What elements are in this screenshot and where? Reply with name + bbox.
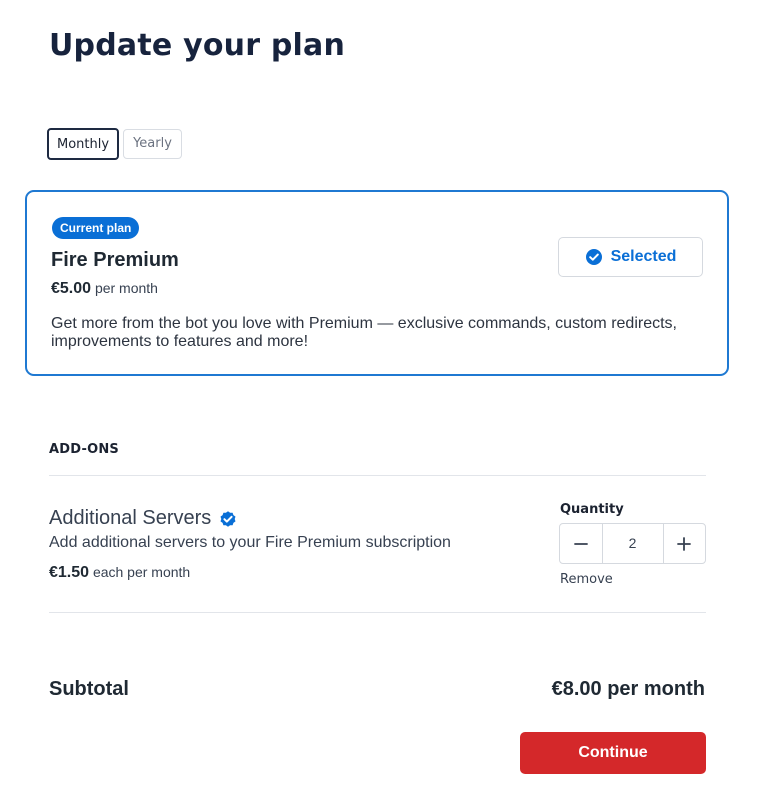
plan-description: Get more from the bot you love with Prem…: [51, 315, 677, 350]
page-title: Update your plan: [49, 28, 346, 63]
addon-price-suffix: each per month: [92, 564, 191, 580]
divider: [49, 475, 706, 476]
current-plan-badge: Current plan: [52, 217, 140, 239]
subtotal-label: Subtotal: [49, 678, 129, 700]
toggle-yearly[interactable]: Yearly: [123, 129, 182, 159]
plan-price-amount: €5.00: [51, 280, 92, 297]
addon-name-label: Additional Servers: [49, 507, 212, 529]
addons-heading: ADD-ONS: [49, 442, 119, 457]
plan-name: Fire Premium: [51, 249, 179, 271]
divider: [49, 612, 706, 613]
verified-check-icon: [219, 510, 237, 528]
toggle-monthly[interactable]: Monthly: [47, 128, 120, 160]
minus-icon: [573, 537, 588, 551]
continue-button[interactable]: Continue: [520, 732, 706, 774]
remove-addon-link[interactable]: Remove: [560, 572, 613, 587]
check-circle-icon: [585, 248, 603, 266]
addon-price: €1.50 each per month: [49, 564, 190, 582]
quantity-stepper: [559, 523, 706, 564]
increment-button[interactable]: [664, 524, 706, 563]
addon-name: Additional Servers: [49, 507, 237, 530]
plus-icon: [677, 536, 692, 551]
plan-card[interactable]: Current plan Fire Premium €5.00 per mont…: [25, 190, 729, 376]
plan-price: €5.00 per month: [51, 280, 158, 298]
selected-label: Selected: [610, 248, 677, 265]
addon-description: Add additional servers to your Fire Prem…: [49, 534, 451, 551]
plan-price-suffix: per month: [94, 280, 158, 296]
selected-button[interactable]: Selected: [558, 237, 703, 277]
quantity-input[interactable]: [601, 524, 664, 563]
addon-price-amount: €1.50: [49, 564, 90, 581]
decrement-button[interactable]: [560, 524, 602, 563]
quantity-label: Quantity: [560, 502, 624, 517]
billing-period-toggle: Monthly Yearly: [47, 128, 182, 160]
subtotal-value: €8.00 per month: [551, 678, 705, 700]
